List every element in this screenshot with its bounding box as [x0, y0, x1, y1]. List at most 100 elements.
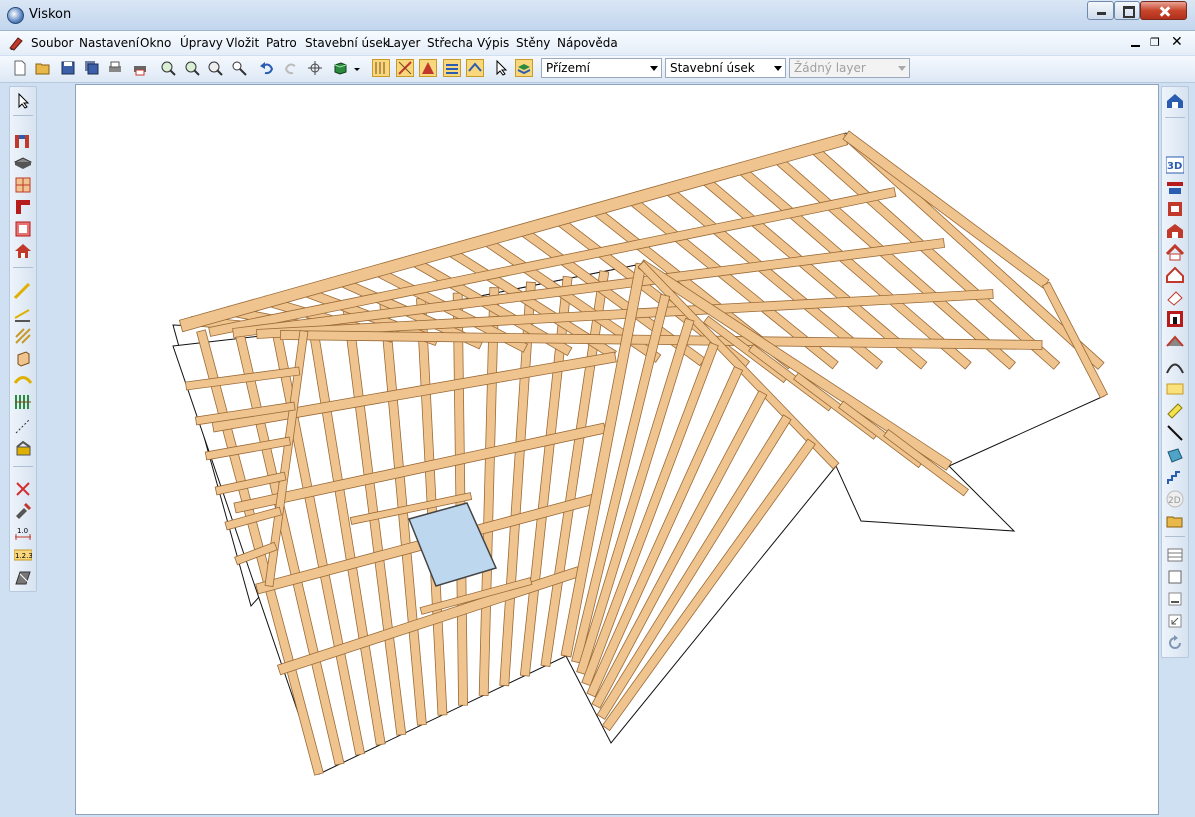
- dimension-tool-button[interactable]: 1.0: [14, 524, 32, 542]
- panel-button[interactable]: [1166, 380, 1184, 398]
- zoom-all-button[interactable]: [230, 59, 248, 77]
- layers-icon: [517, 64, 531, 75]
- section-select[interactable]: Stavební úsek: [665, 58, 786, 78]
- window-tool-button[interactable]: [14, 176, 32, 194]
- select-button[interactable]: [492, 59, 510, 77]
- menu-soubor[interactable]: Soubor: [31, 36, 73, 50]
- minimize-button[interactable]: [1087, 1, 1114, 20]
- open-file-button[interactable]: [34, 59, 52, 77]
- menu-napoveda[interactable]: Nápověda: [557, 36, 618, 50]
- elevation-icon: [1168, 202, 1182, 216]
- dimension-label: 1.0: [17, 527, 28, 535]
- roof-3d-model[interactable]: [76, 85, 1158, 814]
- print-preview-icon: [109, 61, 121, 72]
- menu-vypis[interactable]: Výpis: [477, 36, 509, 50]
- slab-tool-button[interactable]: [14, 154, 32, 172]
- separator: [13, 267, 33, 268]
- batten-tool-button[interactable]: [443, 59, 461, 77]
- menu-strecha[interactable]: Střecha: [427, 36, 473, 50]
- app-icon[interactable]: [7, 7, 24, 24]
- new-file-button[interactable]: [11, 59, 29, 77]
- house-view-button[interactable]: [1166, 92, 1184, 110]
- roof-plane-button[interactable]: [1166, 334, 1184, 352]
- column-tool-button[interactable]: [14, 349, 32, 367]
- menu-okno[interactable]: Okno: [140, 36, 171, 50]
- house-outline-button[interactable]: [1166, 266, 1184, 284]
- dormer-tool-button[interactable]: [14, 439, 32, 457]
- menu-patro[interactable]: Patro: [266, 36, 297, 50]
- edit-tool-button[interactable]: [14, 502, 32, 520]
- delete-tool-button[interactable]: [14, 480, 32, 498]
- 3d-button[interactable]: 3D: [1166, 156, 1184, 174]
- save-button[interactable]: [59, 59, 77, 77]
- zoom-in-button[interactable]: [159, 59, 177, 77]
- rafter-tool-button[interactable]: [372, 59, 390, 77]
- arch-tool-button[interactable]: [14, 371, 32, 389]
- select-tool-button[interactable]: [14, 92, 32, 110]
- beam-tool-button[interactable]: [14, 283, 32, 301]
- mdi-restore-button[interactable]: ❐: [1150, 36, 1160, 49]
- menu-stavebni-usek[interactable]: Stavební úsek: [305, 36, 390, 50]
- curve-button[interactable]: [1166, 358, 1184, 376]
- table-button[interactable]: [1166, 546, 1184, 564]
- roof-face-button[interactable]: [419, 59, 437, 77]
- menu-nastaveni[interactable]: Nastavení: [79, 36, 139, 50]
- diagonal-line-button[interactable]: [1166, 424, 1184, 442]
- save-all-button[interactable]: [83, 59, 101, 77]
- wall-tool-button[interactable]: [14, 132, 32, 150]
- fit-view-button[interactable]: [1166, 612, 1184, 630]
- corner-icon: [16, 200, 30, 214]
- layer-select: Žádný layer: [789, 58, 910, 78]
- 3d-view-button[interactable]: [331, 59, 349, 77]
- truss-tool-button[interactable]: [14, 393, 32, 411]
- blank-page-button[interactable]: [1166, 568, 1184, 586]
- layer-tool-button[interactable]: [515, 59, 533, 77]
- frame-button[interactable]: [1166, 310, 1184, 328]
- dormer-icon: [16, 440, 31, 456]
- document-icon[interactable]: [8, 35, 24, 51]
- elevation-button[interactable]: [1166, 200, 1184, 218]
- floor-plan-button[interactable]: [1166, 178, 1184, 196]
- rafter-side-button[interactable]: [14, 305, 32, 323]
- zoom-out-button[interactable]: [183, 59, 201, 77]
- maximize-button[interactable]: [1114, 1, 1140, 20]
- hip-tool-button[interactable]: [396, 59, 414, 77]
- open-project-button[interactable]: [1166, 512, 1184, 530]
- print-button[interactable]: [131, 59, 149, 77]
- drawing-canvas[interactable]: [75, 84, 1159, 815]
- numbering-tool-button[interactable]: 1.2.3: [14, 546, 32, 564]
- frame-icon: [1167, 311, 1183, 327]
- close-button[interactable]: [1140, 1, 1187, 20]
- redo-button[interactable]: [282, 59, 300, 77]
- menu-steny[interactable]: Stěny: [516, 36, 550, 50]
- opening-tool-button[interactable]: [14, 220, 32, 238]
- menu-layer[interactable]: Layer: [387, 36, 420, 50]
- menu-upravy[interactable]: Úpravy: [180, 36, 223, 50]
- print-preview-button[interactable]: [106, 59, 124, 77]
- ridge-tool-button[interactable]: [466, 59, 484, 77]
- board-button[interactable]: [1166, 402, 1184, 420]
- edit-tools-icon: [16, 502, 32, 519]
- minimize-view-button[interactable]: [1166, 590, 1184, 608]
- undo-button[interactable]: [258, 59, 276, 77]
- building-button[interactable]: [1166, 222, 1184, 240]
- brace-tool-button[interactable]: [14, 327, 32, 345]
- zoom-window-button[interactable]: [206, 59, 224, 77]
- stair-button[interactable]: [1166, 468, 1184, 486]
- eraser-button[interactable]: [1166, 288, 1184, 306]
- mdi-close-button[interactable]: ✕: [1171, 34, 1183, 50]
- 3d-view-dropdown[interactable]: [352, 59, 362, 77]
- sheet-button[interactable]: [1166, 446, 1184, 464]
- floor-select[interactable]: Přízemí: [541, 58, 662, 78]
- 2d-button: 2D: [1166, 490, 1184, 508]
- section-tool-button[interactable]: [14, 568, 32, 586]
- corner-tool-button[interactable]: [14, 198, 32, 216]
- snap-point-button[interactable]: [306, 59, 324, 77]
- mdi-minimize-button[interactable]: [1131, 45, 1140, 47]
- refresh-button[interactable]: [1166, 634, 1184, 652]
- roof-house-button[interactable]: [1166, 244, 1184, 262]
- blank-page-icon: [1168, 570, 1182, 584]
- menu-vlozit[interactable]: Vložit: [226, 36, 259, 50]
- house-tool-button[interactable]: [14, 242, 32, 260]
- line-tool-button[interactable]: [14, 417, 32, 435]
